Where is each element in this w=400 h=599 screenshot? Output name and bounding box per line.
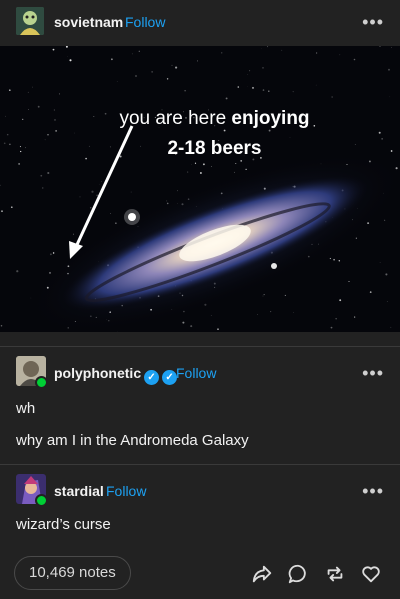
reblog-badge-icon <box>35 376 48 389</box>
verified-badge-icon: ✓ <box>144 370 160 385</box>
follow-button[interactable]: Follow <box>125 14 165 30</box>
notes-button[interactable]: 10,469 notes <box>14 556 131 590</box>
reblog-more-icon-2[interactable]: ••• <box>362 482 384 500</box>
reblog-icon[interactable] <box>324 563 346 585</box>
image-caption: you are here enjoying 2-18 beers <box>112 104 317 164</box>
reblog-text-line: why am I in the Andromeda Galaxy <box>16 432 249 449</box>
caption-bold-2: 2-18 beers <box>167 138 262 159</box>
reply-icon[interactable] <box>287 563 309 585</box>
like-icon[interactable] <box>360 563 382 585</box>
reblog-more-icon[interactable]: ••• <box>362 364 384 382</box>
author-avatar[interactable] <box>16 7 44 35</box>
caption-bold-1: enjoying <box>231 108 310 129</box>
divider <box>0 464 400 465</box>
divider <box>0 346 400 347</box>
reblog-author-text[interactable]: polyphonetic <box>54 365 141 381</box>
caption-normal: you are here <box>119 108 232 129</box>
share-icon[interactable] <box>251 563 273 585</box>
reblog-follow-button[interactable]: Follow <box>176 365 216 381</box>
reblog-badge-icon <box>35 494 48 507</box>
post-image: you are here enjoying 2-18 beers <box>0 46 400 332</box>
reblog-follow-button-2[interactable]: Follow <box>106 483 146 499</box>
reblog-author-name-2[interactable]: stardial <box>54 483 104 499</box>
reblog-text-line: wh <box>16 400 36 417</box>
reblog-author-name[interactable]: polyphonetic ✓ ✓ <box>54 365 178 385</box>
post-card: sovietnam Follow ••• you are here enjoyi… <box>0 0 400 599</box>
galaxy-image <box>0 46 400 332</box>
reblog-text-line: wizard’s curse <box>16 516 111 533</box>
author-name[interactable]: sovietnam <box>54 14 123 30</box>
more-options-icon[interactable]: ••• <box>362 13 384 31</box>
post-header: sovietnam Follow ••• <box>0 0 400 44</box>
verified-badge-icon-2: ✓ <box>162 370 178 385</box>
